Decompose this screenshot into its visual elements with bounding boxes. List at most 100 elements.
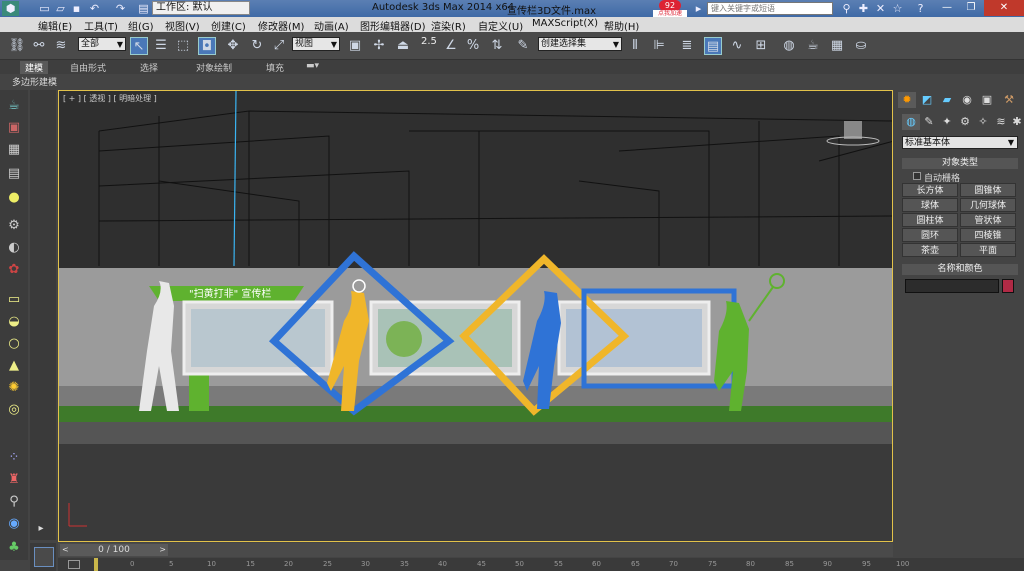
object-list-icon[interactable]: ▤ (5, 166, 23, 182)
select-by-name-icon[interactable]: ☰ (152, 37, 170, 55)
plane-button[interactable]: 平面 (960, 243, 1016, 257)
new-file-icon[interactable]: ▭ (36, 1, 53, 16)
schematic-view-icon[interactable]: ⊞ (752, 37, 770, 55)
speed-badge[interactable]: 92 点我加速 (653, 0, 687, 18)
object-color-swatch[interactable] (1002, 279, 1014, 293)
subscription-icon[interactable]: ✚ (855, 1, 872, 16)
rectangular-region-icon[interactable]: ⬚ (174, 37, 192, 55)
plant-icon[interactable]: ♣ (5, 540, 23, 556)
project-folder-icon[interactable]: ▤ (135, 1, 152, 16)
bind-space-warp-icon[interactable]: ≋ (52, 37, 70, 55)
plane-object-icon[interactable]: ▭ (5, 292, 23, 308)
torus-icon[interactable]: ◎ (5, 402, 23, 418)
maximize-icon[interactable]: ❐ (960, 0, 982, 16)
mirror-icon[interactable]: ⫴ (626, 37, 644, 55)
helpers-icon[interactable]: ✧ (974, 114, 992, 130)
curve-editor-icon[interactable]: ∿ (728, 37, 746, 55)
cone-button[interactable]: 圆锥体 (960, 183, 1016, 197)
track-bar[interactable]: 0 5 10 15 20 25 30 35 40 45 50 55 60 65 … (58, 558, 1024, 571)
light-bulb-icon[interactable]: ● (5, 190, 23, 206)
utilities-tab-icon[interactable]: ⚒ (1000, 92, 1018, 108)
close-icon[interactable]: ✕ (984, 0, 1024, 16)
render-setup-icon[interactable]: ☕ (804, 37, 822, 55)
menu-customize[interactable]: 自定义(U) (478, 18, 523, 33)
menu-create[interactable]: 创建(C) (211, 18, 246, 33)
bone-icon[interactable]: ⚲ (5, 494, 23, 510)
hemisphere-icon[interactable]: ◒ (5, 314, 23, 330)
teapot-icon[interactable]: ☕ (5, 98, 23, 114)
sphere-icon[interactable]: ○ (5, 336, 23, 352)
sun-icon[interactable]: ✺ (5, 380, 23, 396)
motion-tab-icon[interactable]: ◉ (958, 92, 976, 108)
redo-icon[interactable]: ↷ (112, 1, 129, 16)
named-selection-dropdown[interactable]: 创建选择集 ▼ (538, 37, 622, 51)
cone-icon[interactable]: ▲ (5, 358, 23, 374)
pyramid-button[interactable]: 四棱锥 (960, 228, 1016, 242)
viewport-label[interactable]: [ + ] [ 透视 ] [ 明暗处理 ] (63, 93, 157, 104)
maxscript-listener-icon[interactable] (34, 547, 54, 567)
menu-graph-editors[interactable]: 图形编辑器(D) (360, 18, 426, 33)
hierarchy-tab-icon[interactable]: ▰ (938, 92, 956, 108)
torus-button[interactable]: 圆环 (902, 228, 958, 242)
search-icon[interactable]: ⚲ (838, 1, 855, 16)
ribbon-tab-modeling[interactable]: 建模 (20, 61, 49, 74)
select-manipulate-icon[interactable]: ✢ (370, 37, 388, 55)
search-arrow-icon[interactable]: ▸ (690, 1, 707, 16)
app-menu-icon[interactable]: ⬢ (2, 1, 19, 16)
object-type-header[interactable]: 对象类型 (902, 158, 1018, 169)
object-category-dropdown[interactable]: 标准基本体 ▼ (902, 136, 1018, 149)
create-tab-icon[interactable]: ✹ (898, 92, 916, 108)
help-icon[interactable]: ? (912, 1, 929, 16)
edit-named-selection-icon[interactable]: ✎ (514, 37, 532, 55)
ribbon-tab-populate[interactable]: 填充 (266, 61, 284, 74)
minimize-icon[interactable]: — (936, 0, 958, 16)
audio-icon[interactable]: ◐ (5, 240, 23, 256)
menu-rendering[interactable]: 渲染(R) (431, 18, 466, 33)
shapes-icon[interactable]: ✎ (920, 114, 938, 130)
menu-maxscript[interactable]: MAXScript(X) (532, 18, 598, 29)
prev-frame-icon[interactable]: < (62, 544, 69, 556)
pivot-center-icon[interactable]: ▣ (346, 37, 364, 55)
window-crossing-icon[interactable]: ◘ (198, 37, 216, 55)
menu-animation[interactable]: 动画(A) (314, 18, 349, 33)
systems-icon[interactable]: ✱ (1008, 114, 1024, 130)
teapot-button[interactable]: 茶壶 (902, 243, 958, 257)
snap-toggle-value[interactable]: 2.5 (421, 36, 437, 47)
track-bar-filter-icon[interactable] (68, 560, 80, 569)
rotate-icon[interactable]: ↻ (248, 37, 266, 55)
rendered-frame-icon[interactable]: ▦ (828, 37, 846, 55)
communication-icon[interactable]: ✕ (872, 1, 889, 16)
cameras-icon[interactable]: ⚙ (956, 114, 974, 130)
menu-help[interactable]: 帮助(H) (604, 18, 639, 33)
globe-icon[interactable]: ◉ (5, 516, 23, 532)
calculator-icon[interactable]: ▦ (5, 142, 23, 158)
menu-modifiers[interactable]: 修改器(M) (258, 18, 304, 33)
render-production-icon[interactable]: ⛀ (852, 37, 870, 55)
link-icon[interactable]: ⛓ (8, 37, 26, 55)
lights-icon[interactable]: ✦ (938, 114, 956, 130)
expand-arrow-icon[interactable]: ▸ (34, 522, 48, 536)
ribbon-options-icon[interactable]: ▬▾ (306, 61, 319, 71)
cylinder-button[interactable]: 圆柱体 (902, 213, 958, 227)
tube-button[interactable]: 管状体 (960, 213, 1016, 227)
render-frame-icon[interactable]: ▣ (5, 120, 23, 136)
sphere-button[interactable]: 球体 (902, 198, 958, 212)
camera-icon[interactable]: ⚙ (5, 218, 23, 234)
save-file-icon[interactable]: ▪ (68, 1, 85, 16)
angle-snap-icon[interactable]: ∠ (442, 37, 460, 55)
next-frame-icon[interactable]: > (159, 544, 166, 556)
reference-coordinate-dropdown[interactable]: 视图 ▼ (292, 37, 340, 51)
perspective-viewport[interactable]: [ + ] [ 透视 ] [ 明暗处理 ] "扫黄打非" 宣传栏 (58, 90, 893, 542)
keyboard-shortcut-icon[interactable]: ⏏ (394, 37, 412, 55)
menu-tools[interactable]: 工具(T) (84, 18, 118, 33)
spinner-snap-icon[interactable]: ⇅ (488, 37, 506, 55)
scale-icon[interactable]: ⤢ (270, 37, 288, 55)
name-color-header[interactable]: 名称和颜色 (902, 264, 1018, 275)
favorites-icon[interactable]: ☆ (889, 1, 906, 16)
particles-icon[interactable]: ⁘ (5, 450, 23, 466)
workspace-dropdown[interactable]: 工作区: 默认 (152, 1, 250, 15)
time-marker[interactable] (94, 558, 98, 571)
modify-tab-icon[interactable]: ◩ (918, 92, 936, 108)
ribbon-toggle-icon[interactable]: ▤ (704, 37, 722, 55)
undo-icon[interactable]: ↶ (86, 1, 103, 16)
